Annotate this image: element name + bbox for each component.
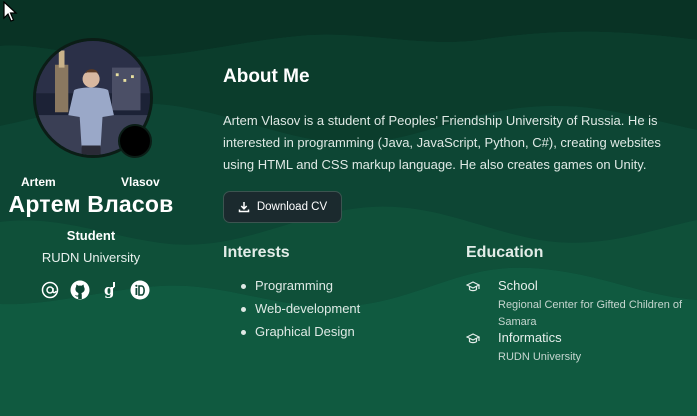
at-icon[interactable] bbox=[40, 280, 60, 300]
about-title: About Me bbox=[223, 66, 310, 87]
interests-list: Programming Web-development Graphical De… bbox=[223, 276, 360, 345]
social-links: g bbox=[40, 280, 150, 300]
google-scholar-icon[interactable]: g bbox=[100, 280, 120, 300]
profile-role: Student bbox=[66, 228, 116, 243]
download-cv-button[interactable]: Download CV bbox=[223, 191, 342, 223]
about-text: Artem Vlasov is a student of Peoples' Fr… bbox=[223, 113, 661, 172]
education-item: Informatics RUDN University bbox=[466, 330, 691, 366]
github-icon[interactable] bbox=[70, 280, 90, 300]
status-indicator bbox=[118, 124, 152, 158]
last-name-latin: Vlasov bbox=[121, 175, 160, 189]
mouse-cursor-icon bbox=[3, 1, 18, 22]
education-subtitle: RUDN University bbox=[498, 351, 582, 363]
profile-university: RUDN University bbox=[41, 250, 141, 265]
graduation-cap-icon bbox=[466, 333, 480, 344]
education-title: Education bbox=[466, 244, 544, 261]
education-title-school: School bbox=[498, 278, 538, 293]
profile-name: Артем Власов bbox=[8, 191, 174, 217]
education-title-informatics: Informatics bbox=[498, 330, 562, 345]
name-latin: Artem Vlasov bbox=[0, 175, 190, 191]
education-subtitle: Regional Center for Gifted Children of S… bbox=[498, 299, 683, 328]
download-cv-label: Download CV bbox=[256, 201, 328, 213]
download-icon bbox=[238, 202, 250, 213]
education-item: School Regional Center for Gifted Childr… bbox=[466, 278, 691, 328]
list-item: Web-development bbox=[240, 299, 360, 322]
first-name-latin: Artem bbox=[21, 175, 56, 189]
list-item: Graphical Design bbox=[240, 322, 360, 345]
list-item: Programming bbox=[240, 276, 360, 299]
orcid-icon[interactable] bbox=[130, 280, 150, 300]
graduation-cap-icon bbox=[466, 281, 480, 292]
interests-title: Interests bbox=[223, 244, 290, 261]
